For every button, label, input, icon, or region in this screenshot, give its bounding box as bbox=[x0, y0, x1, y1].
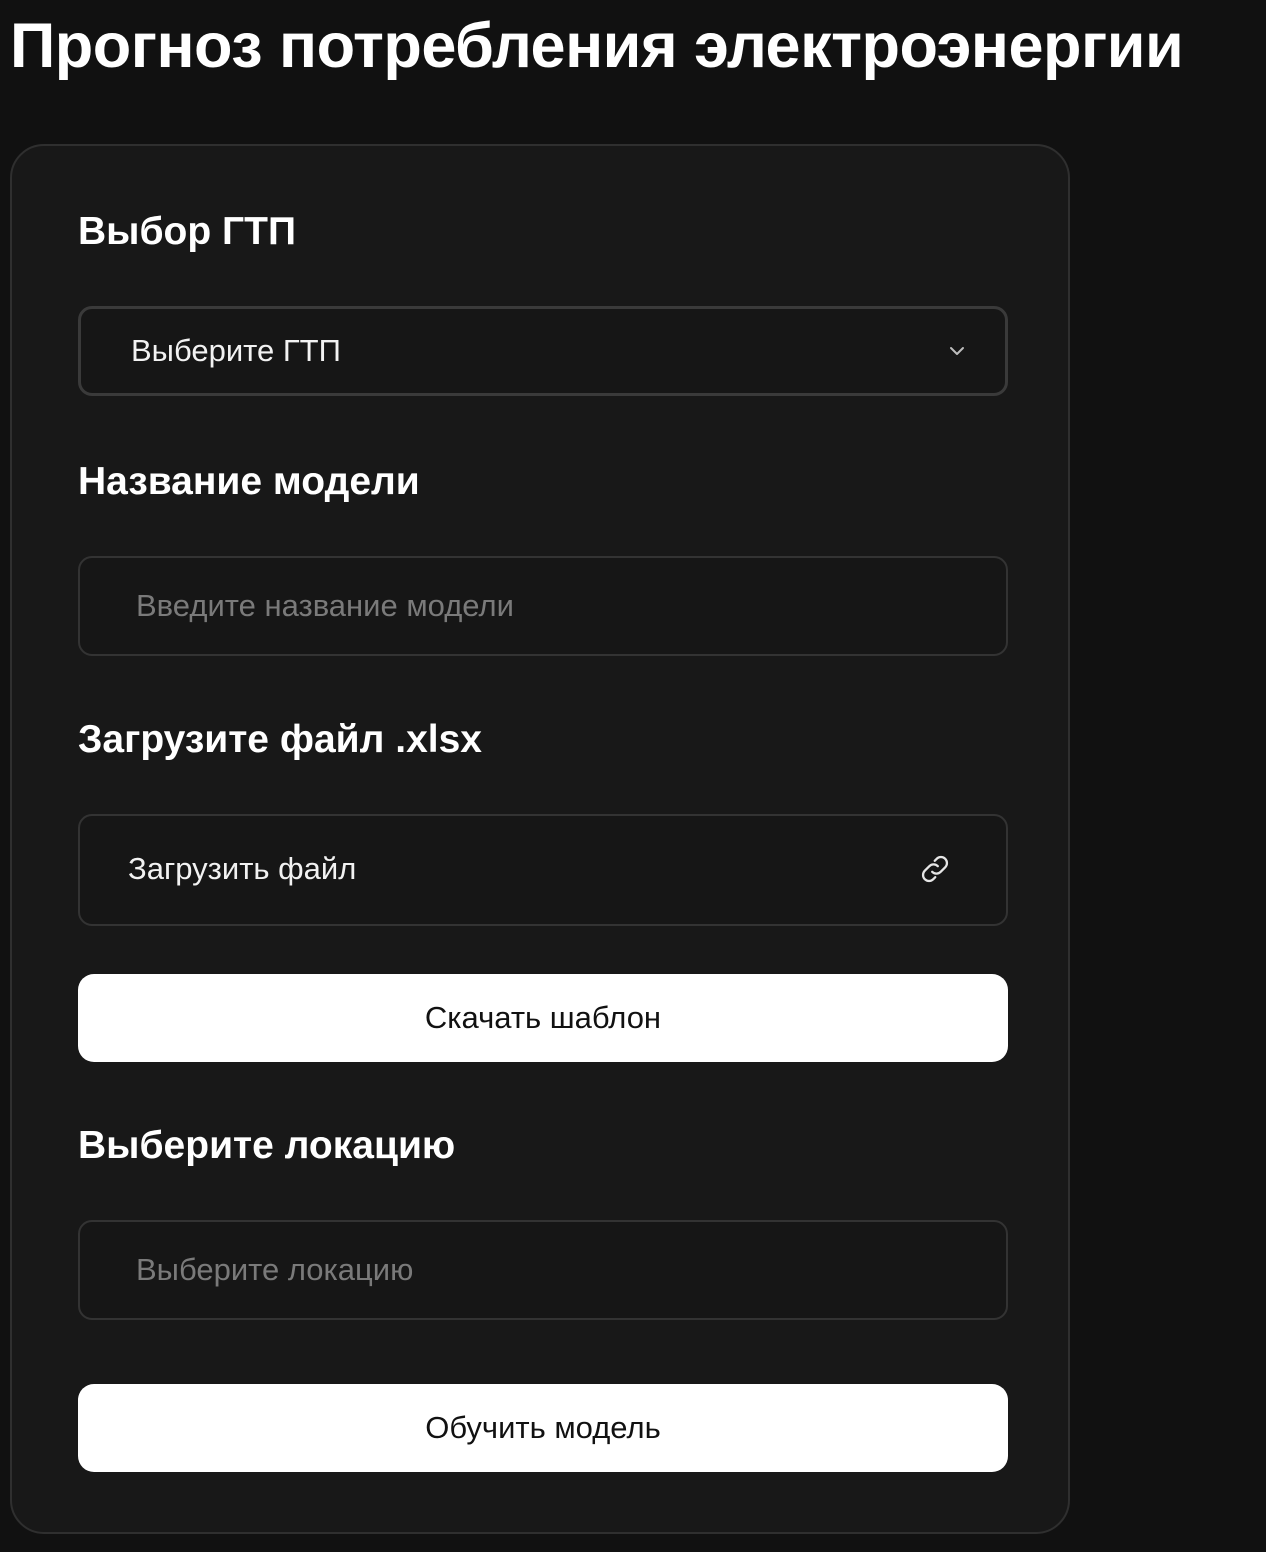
gtp-label: Выбор ГТП bbox=[78, 210, 297, 253]
file-upload-text: Загрузить файл bbox=[128, 851, 357, 886]
model-name-label: Название модели bbox=[78, 460, 420, 503]
file-upload-label: Загрузите файл .xlsx bbox=[78, 718, 482, 761]
file-upload-field[interactable]: Загрузить файл bbox=[78, 814, 1008, 926]
page-title: Прогноз потребления электроэнергии bbox=[10, 11, 1184, 81]
location-label: Выберите локацию bbox=[78, 1124, 456, 1167]
gtp-select[interactable]: Выберите ГТП bbox=[78, 306, 1008, 396]
train-model-button[interactable]: Обучить модель bbox=[78, 1384, 1008, 1472]
chevron-down-icon bbox=[950, 347, 964, 355]
location-input[interactable] bbox=[78, 1220, 1008, 1320]
model-name-input[interactable] bbox=[78, 556, 1008, 656]
link-icon bbox=[921, 855, 949, 883]
download-template-button[interactable]: Скачать шаблон bbox=[78, 974, 1008, 1062]
gtp-select-value: Выберите ГТП bbox=[131, 333, 341, 368]
form-card: Выбор ГТП Выберите ГТП Название модели З… bbox=[10, 144, 1070, 1534]
